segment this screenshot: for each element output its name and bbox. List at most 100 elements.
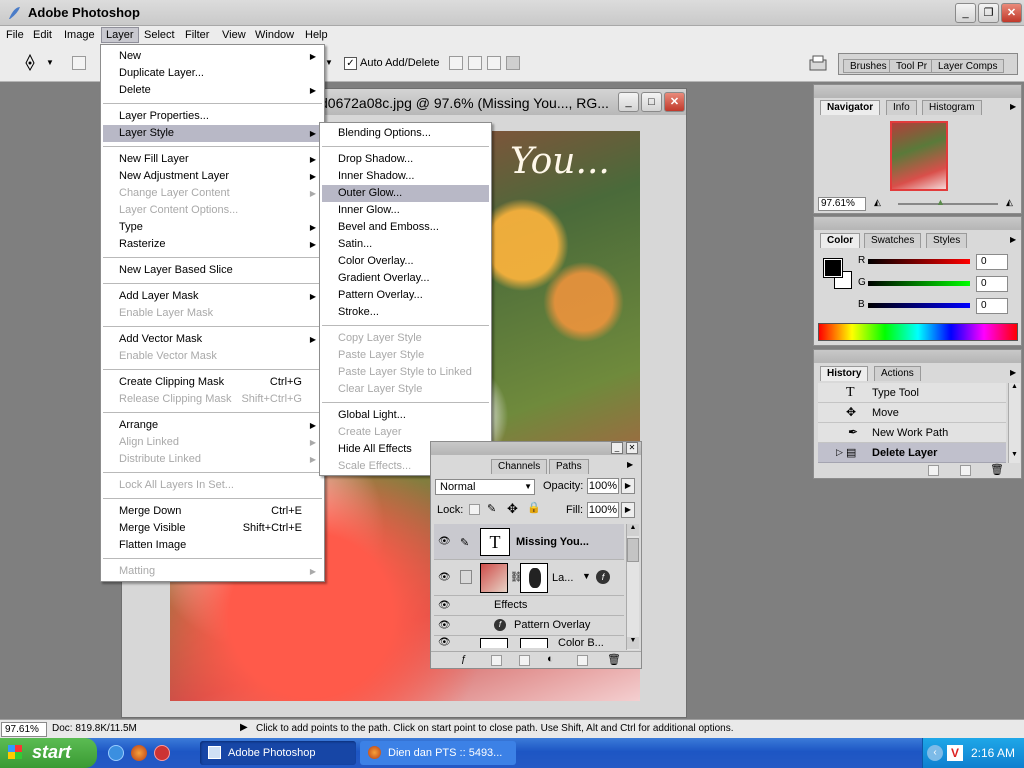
color-spectrum-bar[interactable] <box>818 323 1018 341</box>
quicklaunch-icon[interactable] <box>154 745 170 761</box>
tab-swatches[interactable]: Swatches <box>864 233 922 248</box>
lock-all-icon[interactable]: 🔒 <box>527 501 541 514</box>
palette-title-bar[interactable]: _ ✕ <box>431 442 641 455</box>
menu-item-type[interactable]: Type ▶ <box>103 219 322 236</box>
blue-slider[interactable] <box>868 303 970 308</box>
trash-icon[interactable]: 🗑 <box>607 653 621 666</box>
well-tab-tool-presets[interactable]: Tool Pr <box>889 59 935 73</box>
menu-item-create-clipping-mask[interactable]: Create Clipping Mask Ctrl+G <box>103 374 322 391</box>
menu-item-inner-glow[interactable]: Inner Glow... <box>322 202 489 219</box>
green-input[interactable]: 0 <box>976 276 1008 292</box>
file-browser-icon[interactable] <box>808 53 828 73</box>
opacity-input[interactable]: 100% <box>587 478 619 494</box>
layer-name[interactable]: Color B... <box>558 637 604 648</box>
layer-row[interactable]: 👁 ⛓ La... ▼ f <box>434 560 624 596</box>
layer-row[interactable]: 👁 ✎ T Missing You... <box>434 524 624 560</box>
menu-item-merge-visible[interactable]: Merge Visible Shift+Ctrl+E <box>103 520 322 537</box>
fill-slider-button[interactable]: ▶ <box>621 502 635 518</box>
menu-item-drop-shadow[interactable]: Drop Shadow... <box>322 151 489 168</box>
lock-transparency-icon[interactable] <box>469 504 480 515</box>
red-slider[interactable] <box>868 259 970 264</box>
history-row-current[interactable]: ▷ ▤ Delete Layer <box>818 443 1006 463</box>
tab-history[interactable]: History <box>820 366 869 381</box>
palette-title-bar[interactable] <box>814 350 1021 363</box>
green-slider[interactable] <box>868 281 970 286</box>
effects-row[interactable]: 👁 Effects <box>434 596 624 616</box>
tab-color[interactable]: Color <box>820 233 861 248</box>
add-mask-icon[interactable] <box>491 655 502 666</box>
trash-icon[interactable]: 🗑 <box>990 463 1004 476</box>
scroll-down-icon[interactable]: ▼ <box>1009 451 1020 462</box>
effect-row[interactable]: 👁 f Pattern Overlay <box>434 616 624 636</box>
menu-item-color-overlay[interactable]: Color Overlay... <box>322 253 489 270</box>
navigator-zoom-input[interactable]: 97.61% <box>818 197 866 211</box>
auto-add-delete-checkbox[interactable]: ✓ <box>344 57 357 70</box>
menu-item-satin[interactable]: Satin... <box>322 236 489 253</box>
menu-item-bevel-emboss[interactable]: Bevel and Emboss... <box>322 219 489 236</box>
navigator-thumbnail[interactable] <box>890 121 948 191</box>
scroll-down-icon[interactable]: ▼ <box>627 637 639 649</box>
fill-input[interactable]: 100% <box>587 502 619 518</box>
new-layer-icon[interactable] <box>577 655 588 666</box>
add-style-icon[interactable]: ƒ <box>461 654 467 665</box>
tool-preset-dropdown-icon[interactable]: ▼ <box>46 58 54 67</box>
start-button[interactable]: start <box>0 738 97 768</box>
palette-menu-icon[interactable]: ▶ <box>1010 235 1016 244</box>
menu-item-new-fill-layer[interactable]: New Fill Layer ▶ <box>103 151 322 168</box>
tab-navigator[interactable]: Navigator <box>820 100 881 115</box>
palette-menu-icon[interactable]: ▶ <box>1010 102 1016 111</box>
palette-close-button[interactable]: ✕ <box>626 442 638 454</box>
history-row[interactable]: T Type Tool <box>818 383 1006 403</box>
opacity-slider-button[interactable]: ▶ <box>621 478 635 494</box>
link-box[interactable] <box>460 570 472 584</box>
doc-minimize-button[interactable]: _ <box>618 92 639 112</box>
menu-help[interactable]: Help <box>301 27 332 43</box>
scroll-up-icon[interactable]: ▲ <box>1009 383 1020 394</box>
menu-item-blending-options[interactable]: Blending Options... <box>322 125 489 142</box>
tab-channels[interactable]: Channels <box>491 459 548 474</box>
status-zoom-input[interactable]: 97.61% <box>1 722 47 737</box>
blend-mode-select[interactable]: Normal ▼ <box>435 479 535 495</box>
path-subtract-icon[interactable] <box>468 56 482 70</box>
menu-item-flatten-image[interactable]: Flatten Image <box>103 537 322 554</box>
tray-expand-icon[interactable]: ‹ <box>927 745 943 761</box>
doc-maximize-button[interactable]: □ <box>641 92 662 112</box>
history-row[interactable]: ✥ Move <box>818 403 1006 423</box>
palette-menu-icon[interactable]: ▶ <box>627 460 633 469</box>
foreground-color-swatch[interactable] <box>823 258 843 278</box>
menu-window[interactable]: Window <box>251 27 298 43</box>
tab-histogram[interactable]: Histogram <box>922 100 982 115</box>
restore-button[interactable]: ❐ <box>978 3 999 23</box>
eye-icon[interactable]: 👁 <box>438 620 451 631</box>
eye-icon[interactable]: 👁 <box>438 536 451 547</box>
scroll-up-icon[interactable]: ▲ <box>627 524 639 536</box>
eye-icon[interactable]: 👁 <box>438 600 451 611</box>
menu-item-outer-glow[interactable]: Outer Glow... <box>322 185 489 202</box>
menu-layer[interactable]: Layer <box>101 27 139 43</box>
path-intersect-icon[interactable] <box>487 56 501 70</box>
menu-item-add-vector-mask[interactable]: Add Vector Mask ▶ <box>103 331 322 348</box>
tab-paths[interactable]: Paths <box>549 459 589 474</box>
pen-tool-icon[interactable] <box>22 54 38 72</box>
tab-styles[interactable]: Styles <box>926 233 968 248</box>
menu-item-duplicate-layer[interactable]: Duplicate Layer... <box>103 65 322 82</box>
palette-title-bar[interactable] <box>814 85 1021 98</box>
menu-item-arrange[interactable]: Arrange ▶ <box>103 417 322 434</box>
menu-select[interactable]: Select <box>140 27 179 43</box>
zoom-slider[interactable] <box>898 203 998 205</box>
eye-icon[interactable]: 👁 <box>438 637 451 648</box>
menu-item-new-adjustment-layer[interactable]: New Adjustment Layer ▶ <box>103 168 322 185</box>
eye-icon[interactable]: 👁 <box>438 572 451 583</box>
minimize-button[interactable]: _ <box>955 3 976 23</box>
antivirus-tray-icon[interactable]: V <box>947 745 963 761</box>
menu-filter[interactable]: Filter <box>181 27 213 43</box>
menu-item-gradient-overlay[interactable]: Gradient Overlay... <box>322 270 489 287</box>
firefox-icon[interactable] <box>131 745 147 761</box>
zoom-slider-thumb[interactable]: ▲ <box>936 197 945 207</box>
taskbar-item-photoshop[interactable]: Adobe Photoshop <box>200 741 356 765</box>
lock-paint-icon[interactable]: ✎ <box>487 502 496 515</box>
zoom-out-icon[interactable]: ◭ <box>874 197 881 208</box>
palette-minimize-button[interactable]: _ <box>611 442 623 454</box>
lock-move-icon[interactable]: ✥ <box>507 501 518 517</box>
palette-menu-icon[interactable]: ▶ <box>1010 368 1016 377</box>
